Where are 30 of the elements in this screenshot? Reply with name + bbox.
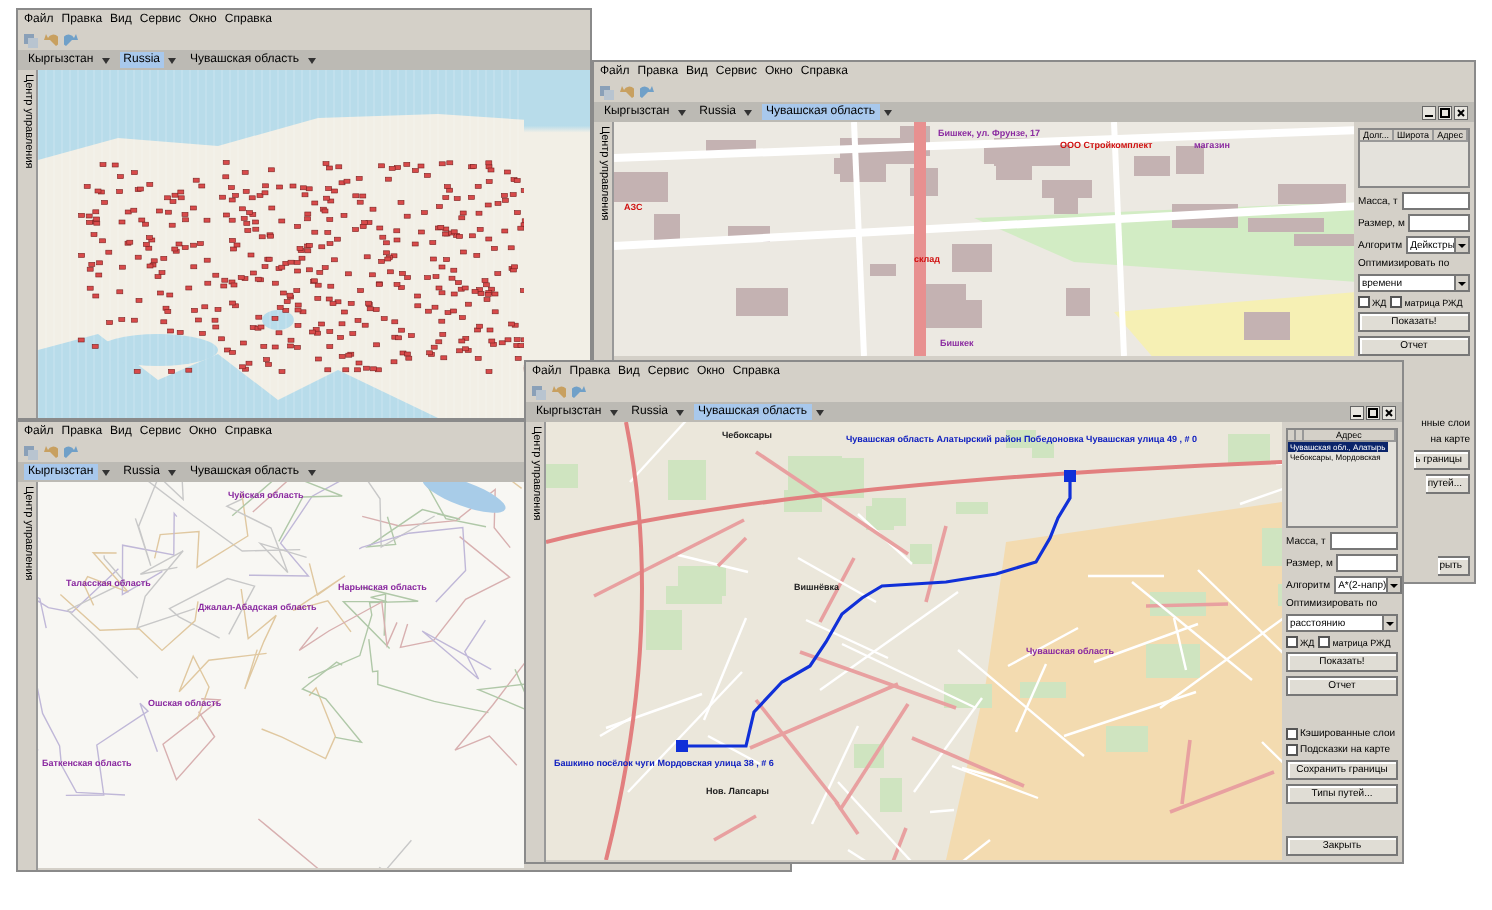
close-icon[interactable]	[1382, 405, 1396, 419]
input-field[interactable]	[1401, 192, 1470, 210]
caret-icon[interactable]	[101, 469, 110, 475]
checkbox[interactable]	[1286, 728, 1298, 740]
caret-icon[interactable]	[168, 57, 177, 63]
checkbox[interactable]	[1286, 636, 1298, 648]
checkbox[interactable]	[1318, 636, 1331, 648]
map-pin-icon	[676, 740, 688, 752]
caret-icon[interactable]	[307, 57, 316, 63]
input-field[interactable]	[1329, 532, 1398, 550]
maximize-icon[interactable]	[1438, 105, 1452, 119]
caret-icon[interactable]	[677, 109, 686, 115]
input-field[interactable]	[1336, 554, 1398, 572]
input-field[interactable]	[1408, 214, 1470, 232]
caret-icon[interactable]	[676, 409, 685, 415]
checkbox[interactable]	[1358, 296, 1370, 308]
checkbox[interactable]	[1286, 744, 1298, 756]
caret-icon[interactable]	[815, 409, 824, 415]
caret-icon[interactable]	[609, 409, 618, 415]
caret-icon[interactable]	[101, 57, 110, 63]
minimize-icon[interactable]	[1350, 405, 1364, 419]
checkbox[interactable]	[1390, 296, 1403, 308]
minimize-icon[interactable]	[1422, 105, 1436, 119]
caret-icon[interactable]	[883, 109, 892, 115]
maximize-icon[interactable]	[1366, 405, 1380, 419]
map-pin-icon	[1064, 470, 1076, 482]
caret-icon[interactable]	[744, 109, 753, 115]
caret-icon[interactable]	[307, 469, 316, 475]
caret-icon[interactable]	[168, 469, 177, 475]
close-icon[interactable]	[1454, 105, 1468, 119]
